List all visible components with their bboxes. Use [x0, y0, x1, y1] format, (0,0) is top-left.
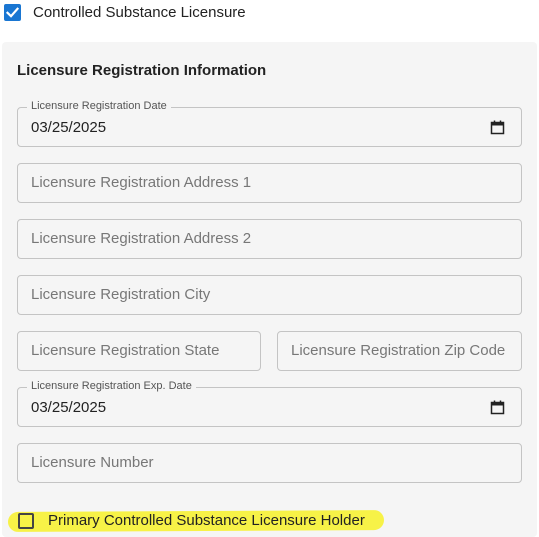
address1-input[interactable]: Licensure Registration Address 1 — [17, 163, 522, 203]
city-placeholder: Licensure Registration City — [31, 286, 211, 303]
city-input[interactable]: Licensure Registration City — [17, 275, 522, 315]
primary-holder-checkbox[interactable] — [18, 513, 34, 529]
registration-date-value: 03/25/2025 — [31, 119, 107, 136]
exp-date-label: Licensure Registration Exp. Date — [27, 380, 196, 392]
calendar-icon[interactable] — [490, 120, 505, 135]
controlled-substance-label: Controlled Substance Licensure — [33, 4, 246, 21]
calendar-icon[interactable] — [490, 400, 505, 415]
registration-date-field[interactable]: Licensure Registration Date 03/25/2025 — [17, 100, 522, 147]
registration-date-label: Licensure Registration Date — [27, 100, 171, 112]
zip-code-input[interactable]: Licensure Registration Zip Code — [277, 331, 522, 371]
state-input[interactable]: Licensure Registration State — [17, 331, 261, 371]
zip-code-placeholder: Licensure Registration Zip Code — [291, 342, 506, 359]
address2-placeholder: Licensure Registration Address 2 — [31, 230, 252, 247]
primary-holder-checkbox-row[interactable]: Primary Controlled Substance Licensure H… — [0, 507, 390, 533]
license-number-input[interactable]: Licensure Number — [17, 443, 522, 483]
state-placeholder: Licensure Registration State — [31, 342, 220, 359]
controlled-substance-checkbox[interactable] — [4, 4, 21, 21]
controlled-substance-checkbox-row[interactable]: Controlled Substance Licensure — [4, 4, 246, 21]
license-number-placeholder: Licensure Number — [31, 454, 154, 471]
checkmark-icon — [6, 7, 19, 18]
exp-date-field[interactable]: Licensure Registration Exp. Date 03/25/2… — [17, 380, 522, 427]
address2-input[interactable]: Licensure Registration Address 2 — [17, 219, 522, 259]
section-title: Licensure Registration Information — [17, 62, 267, 79]
primary-holder-label: Primary Controlled Substance Licensure H… — [48, 512, 365, 529]
exp-date-value: 03/25/2025 — [31, 399, 107, 416]
address1-placeholder: Licensure Registration Address 1 — [31, 174, 252, 191]
